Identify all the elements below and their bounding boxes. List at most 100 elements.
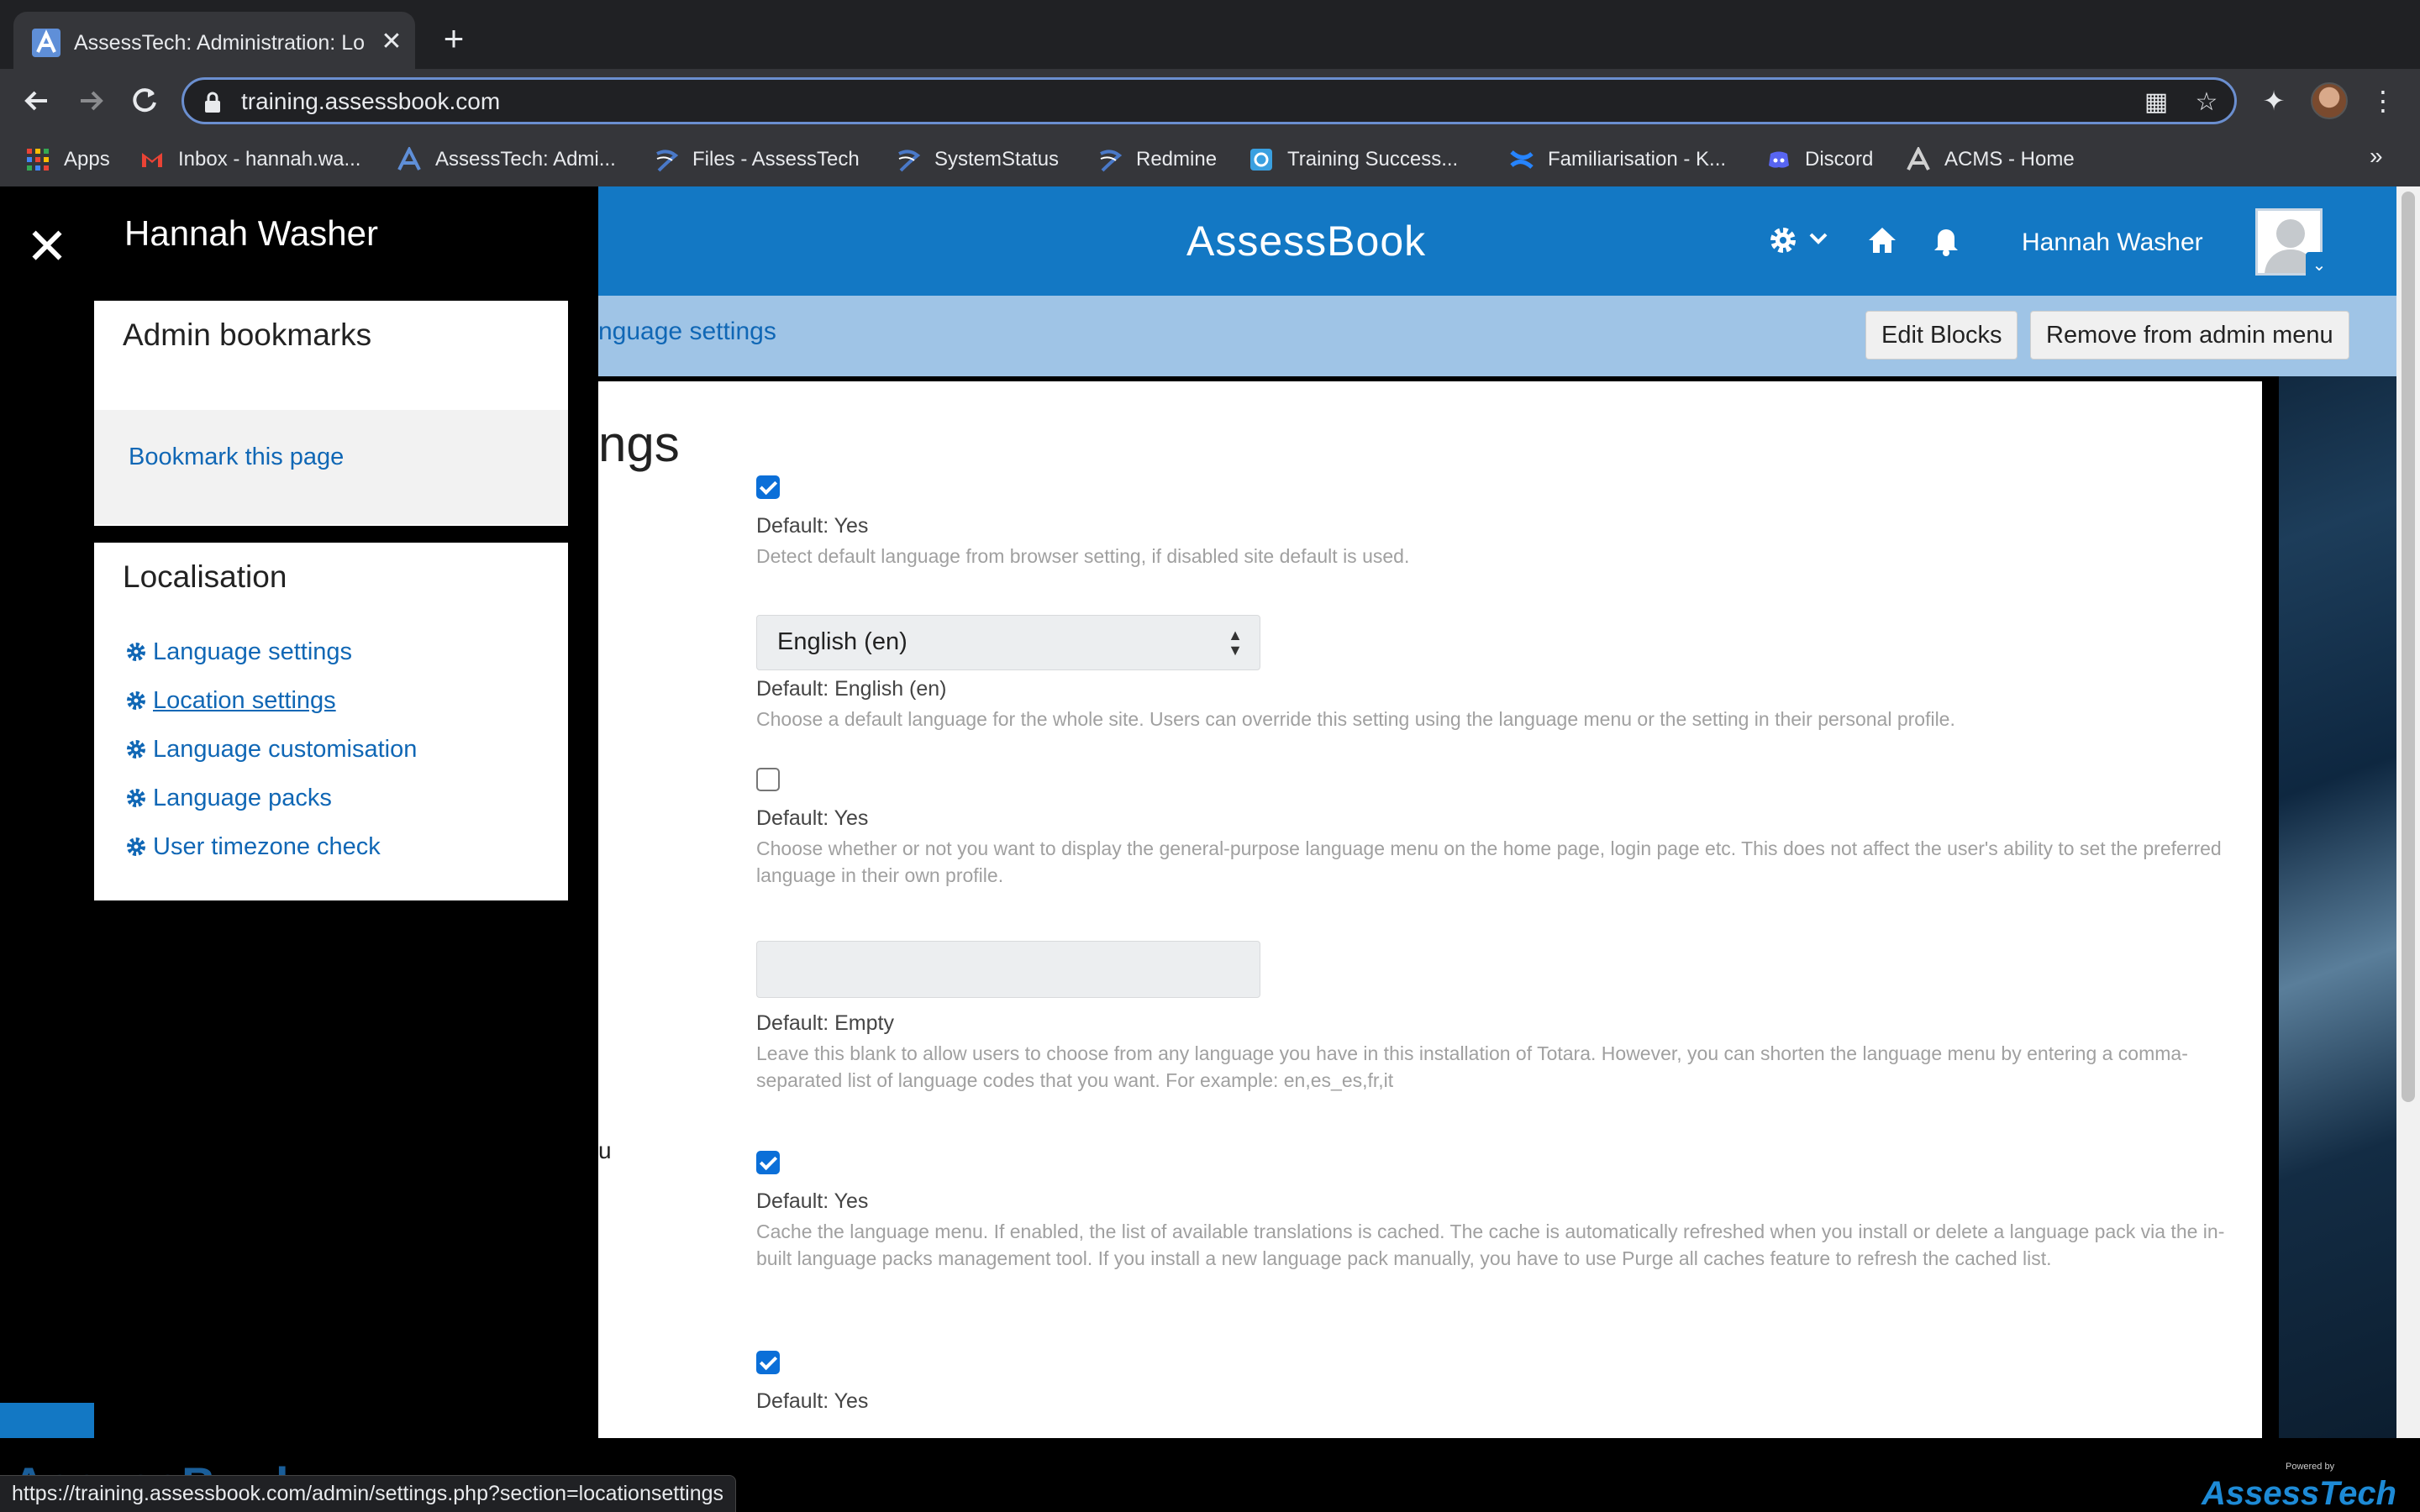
localisation-item-label: Language customisation: [153, 735, 418, 763]
setting-default: Default: Empty: [756, 1011, 894, 1035]
browser-profile-avatar[interactable]: [2311, 82, 2348, 119]
assesstech-icon: [1907, 147, 1930, 171]
browser-menu-icon[interactable]: ⋮: [2366, 84, 2400, 118]
localisation-item-language-settings[interactable]: Language settings: [124, 635, 352, 669]
page-viewport: AssessBook Hannah Washer ⌄ nguage settin…: [0, 186, 2420, 1512]
discord-icon: [1769, 151, 1789, 168]
gear-icon: [127, 691, 145, 710]
gear-icon: [127, 789, 145, 807]
bookmark-label: Discord: [1805, 148, 1874, 171]
select-arrows-icon: ▲ ▼: [1228, 627, 1243, 659]
bookmark-files[interactable]: Files - AssessTech: [654, 143, 860, 176]
breadcrumb-bar: nguage settings Edit Blocks Remove from …: [598, 296, 2396, 376]
settings-gear-icon[interactable]: [1766, 223, 1800, 257]
gear-icon: [127, 643, 145, 661]
bookmark-acms-home[interactable]: ACMS - Home: [1906, 143, 2075, 176]
reload-button[interactable]: [126, 82, 163, 119]
page-scrollbar[interactable]: [2396, 186, 2420, 1438]
langmenucache-checkbox[interactable]: [756, 1151, 780, 1174]
admin-bookmarks-block: Admin bookmarks Bookmark this page: [94, 301, 568, 526]
site-brand[interactable]: AssessBook: [1186, 217, 1426, 265]
address-bar[interactable]: training.assessbook.com ▦ ☆: [182, 77, 2237, 124]
drawer-close-icon[interactable]: ✕: [24, 222, 71, 272]
url-text: training.assessbook.com: [241, 88, 501, 114]
bookmark-apps[interactable]: Apps: [25, 143, 110, 176]
bookmark-star-icon[interactable]: ☆: [2192, 88, 2221, 117]
autolang-checkbox[interactable]: [756, 475, 780, 499]
settings-main: ngs u Default: Yes Detect default langua…: [598, 381, 2262, 1512]
bookmark-inbox[interactable]: Inbox - hannah.wa...: [139, 143, 360, 176]
localisation-item-language-customisation[interactable]: Language customisation: [124, 732, 417, 766]
bookmark-this-page-link[interactable]: Bookmark this page: [129, 444, 344, 471]
localisation-item-user-timezone-check[interactable]: User timezone check: [124, 830, 381, 864]
setting-langlist: Default: Empty Leave this blank to allow…: [756, 941, 2235, 1094]
bookmarks-overflow-icon[interactable]: »: [2370, 143, 2383, 170]
back-arrow-icon: [24, 91, 47, 111]
extensions-puzzle-icon[interactable]: ✦: [2257, 84, 2291, 118]
footer-assesstech-logo: AssessTech: [2202, 1475, 2396, 1512]
bookmark-training-success[interactable]: Training Success...: [1249, 143, 1458, 176]
scrollbar-thumb[interactable]: [2402, 192, 2415, 1102]
setting-default: Default: Yes: [756, 1389, 869, 1413]
select-value: English (en): [777, 628, 908, 655]
localisation-item-label: Location settings: [153, 686, 336, 714]
localisation-item-language-packs[interactable]: Language packs: [124, 781, 332, 815]
block-body: Bookmark this page: [94, 410, 568, 524]
link-status-bar: https://training.assessbook.com/admin/se…: [0, 1475, 737, 1512]
setting-default: Default: Yes: [756, 806, 869, 830]
gear-icon: [127, 837, 145, 856]
tab-close-icon[interactable]: ✕: [376, 27, 407, 57]
localisation-item-location-settings[interactable]: Location settings: [124, 684, 336, 717]
bookmark-label: SystemStatus: [934, 148, 1060, 171]
assesstech-favicon-icon: [32, 29, 60, 57]
langlist-input[interactable]: [756, 941, 1260, 998]
bookmark-redmine[interactable]: Redmine: [1097, 143, 1217, 176]
background-image: [2279, 287, 2396, 1512]
browser-tab[interactable]: AssessTech: Administration: Lo ✕: [13, 12, 415, 69]
bookmark-label: Training Success...: [1287, 148, 1459, 171]
localisation-item-label: User timezone check: [153, 832, 381, 860]
setting-description: Choose a default language for the whole …: [756, 708, 1955, 730]
apps-grid-icon: [27, 149, 49, 171]
setting-default: Default: Yes: [756, 1189, 869, 1213]
bookmark-label: Redmine: [1136, 148, 1218, 171]
page-title: ngs: [598, 416, 680, 472]
setting-description: Leave this blank to allow users to choos…: [756, 1042, 2188, 1091]
bookmark-discord[interactable]: Discord: [1766, 143, 1873, 176]
notification-bell-icon[interactable]: [1929, 223, 1963, 257]
gear-icon: [127, 740, 145, 759]
setting-default: Default: English (en): [756, 677, 947, 701]
bookmark-label: ACMS - Home: [1944, 148, 2075, 171]
chevron-down-icon[interactable]: [1808, 230, 1828, 247]
powered-by-text: Powered by: [2286, 1462, 2335, 1472]
bookmark-assesstech-admin[interactable]: AssessTech: Admi...: [397, 143, 616, 176]
new-tab-button[interactable]: +: [437, 21, 471, 56]
breadcrumb-language-settings[interactable]: nguage settings: [598, 318, 776, 346]
forward-button[interactable]: [72, 82, 109, 119]
lock-icon: [205, 92, 220, 113]
gmail-icon: [142, 153, 162, 167]
bookmark-label: Inbox - hannah.wa...: [178, 148, 361, 171]
home-icon[interactable]: [1865, 223, 1899, 257]
bookmark-systemstatus[interactable]: SystemStatus: [896, 143, 1059, 176]
back-button[interactable]: [18, 82, 55, 119]
edit-blocks-button[interactable]: Edit Blocks: [1865, 311, 2018, 360]
qr-code-icon[interactable]: ▦: [2142, 88, 2170, 117]
bookmark-label: Apps: [64, 148, 110, 171]
assesstech-icon: [397, 147, 421, 171]
confluence-icon: [1510, 150, 1534, 169]
remove-from-admin-menu-button[interactable]: Remove from admin menu: [2030, 311, 2349, 360]
drawer-user-name: Hannah Washer: [124, 213, 378, 253]
forward-arrow-icon: [81, 91, 103, 111]
browser-tab-bar: AssessTech: Administration: Lo ✕ +: [0, 0, 2420, 69]
langstringcache-checkbox[interactable]: [756, 1351, 780, 1374]
default-language-select[interactable]: English (en) ▲ ▼: [756, 615, 1260, 670]
langmenu-checkbox[interactable]: [756, 768, 780, 791]
training-icon: [1250, 149, 1272, 171]
bookmark-label: AssessTech: Admi...: [435, 148, 616, 171]
setting-description: Choose whether or not you want to displa…: [756, 837, 2222, 886]
header-user-name[interactable]: Hannah Washer: [2022, 228, 2203, 257]
bookmark-label: Familiarisation - K...: [1548, 148, 1727, 171]
avatar-dropdown-icon[interactable]: ⌄: [2306, 252, 2333, 279]
bookmark-familiarisation[interactable]: Familiarisation - K...: [1509, 143, 1726, 176]
